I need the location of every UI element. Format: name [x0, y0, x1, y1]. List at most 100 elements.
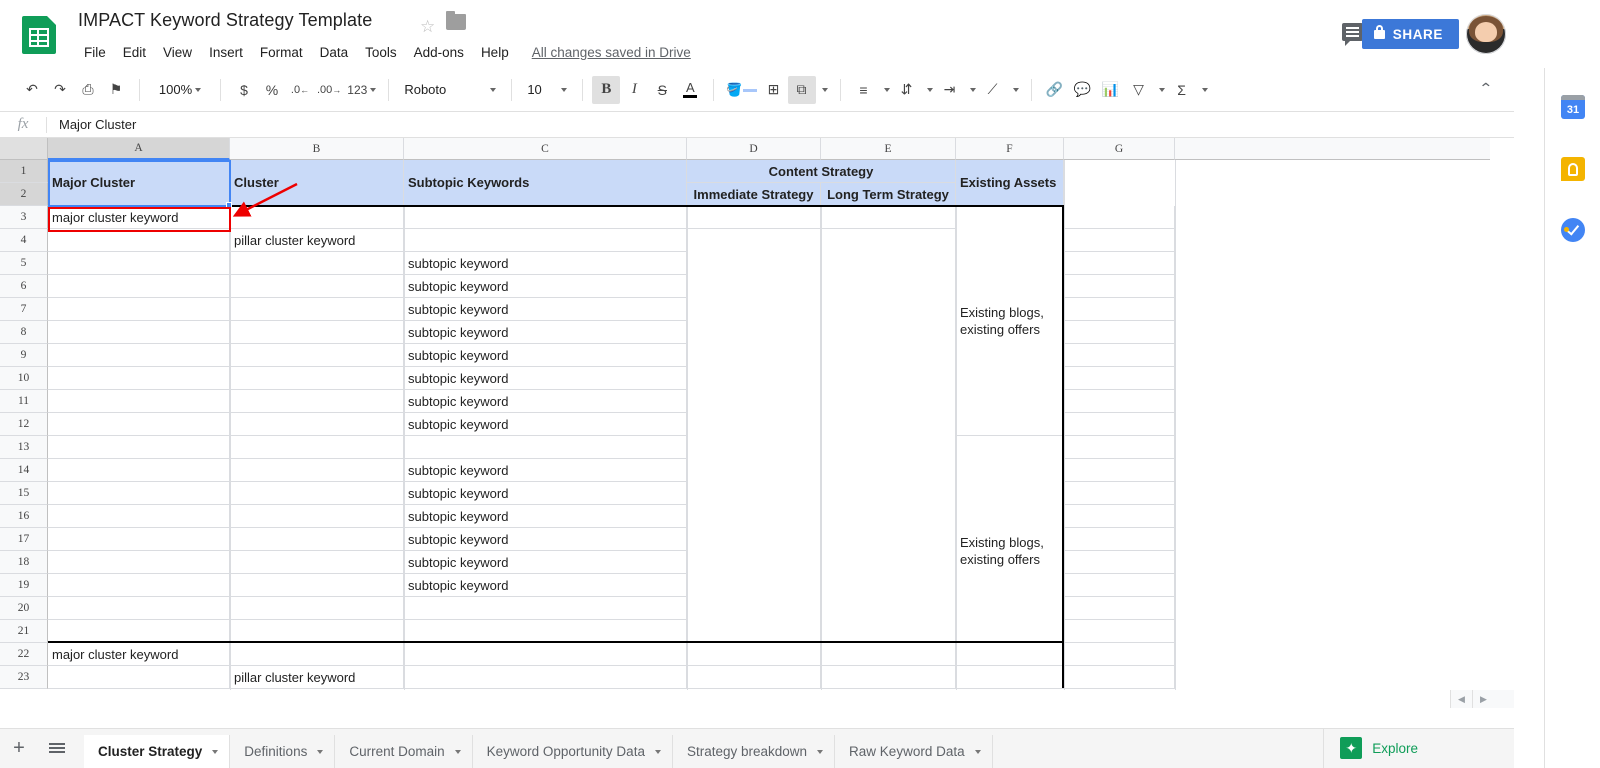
cell-c20[interactable] [404, 597, 687, 620]
cell-g22[interactable] [1064, 643, 1175, 666]
cell-c11[interactable]: subtopic keyword [404, 390, 687, 413]
cell-b9[interactable] [230, 344, 404, 367]
cell-g7[interactable] [1064, 298, 1175, 321]
sheet-tab-raw-keyword-data[interactable]: Raw Keyword Data [835, 735, 993, 768]
explore-button[interactable]: ✦ Explore [1323, 728, 1434, 768]
cell-c23[interactable] [404, 666, 687, 689]
select-all-corner[interactable] [0, 138, 48, 160]
cell-a7[interactable] [48, 298, 230, 321]
text-wrap-chevron-icon[interactable] [964, 76, 979, 104]
cell-g11[interactable] [1064, 390, 1175, 413]
cell-g17[interactable] [1064, 528, 1175, 551]
cell-a11[interactable] [48, 390, 230, 413]
insert-chart-icon[interactable]: 📊 [1097, 76, 1125, 104]
cell-c15[interactable]: subtopic keyword [404, 482, 687, 505]
cell-a8[interactable] [48, 321, 230, 344]
cell-b12[interactable] [230, 413, 404, 436]
cell-g3[interactable] [1064, 206, 1175, 229]
chevron-down-icon[interactable] [975, 750, 981, 754]
row-header-8[interactable]: 8 [0, 321, 48, 344]
row-header-12[interactable]: 12 [0, 413, 48, 436]
selection-fill-handle[interactable] [226, 202, 232, 208]
cell-f1-existing-assets[interactable]: Existing Assets [956, 160, 1064, 206]
merge-cells-icon[interactable]: ⧉ [788, 76, 816, 104]
cell-e2-long-term-strategy[interactable]: Long Term Strategy [821, 183, 956, 206]
cell-g19[interactable] [1064, 574, 1175, 597]
cell-c17[interactable]: subtopic keyword [404, 528, 687, 551]
cell-a23[interactable] [48, 666, 230, 689]
row-header-10[interactable]: 10 [0, 367, 48, 390]
cell-c5[interactable]: subtopic keyword [404, 252, 687, 275]
text-rotation-icon[interactable]: ⟋ [979, 76, 1007, 104]
row-header-7[interactable]: 7 [0, 298, 48, 321]
column-header-d[interactable]: D [687, 138, 821, 160]
scroll-right-icon[interactable]: ▶ [1472, 690, 1494, 708]
cell-c3[interactable] [404, 206, 687, 229]
cell-a10[interactable] [48, 367, 230, 390]
cell-g4[interactable] [1064, 229, 1175, 252]
cell-g5[interactable] [1064, 252, 1175, 275]
cell-c13[interactable] [404, 436, 687, 459]
cell-a21[interactable] [48, 620, 230, 643]
cell-c8[interactable]: subtopic keyword [404, 321, 687, 344]
menu-item-view[interactable]: View [155, 42, 200, 63]
cell-b8[interactable] [230, 321, 404, 344]
row-header-21[interactable]: 21 [0, 620, 48, 643]
cell-a17[interactable] [48, 528, 230, 551]
bold-button[interactable]: B [592, 76, 620, 104]
cell-a12[interactable] [48, 413, 230, 436]
user-avatar[interactable] [1466, 14, 1506, 54]
chevron-down-icon[interactable] [212, 750, 218, 754]
cell-b18[interactable] [230, 551, 404, 574]
cell-a1-major-cluster[interactable]: Major Cluster [48, 160, 230, 206]
row-header-19[interactable]: 19 [0, 574, 48, 597]
decrease-decimal-button[interactable]: .0← [286, 76, 314, 104]
star-icon[interactable]: ☆ [420, 17, 435, 37]
row-header-3[interactable]: 3 [0, 206, 48, 229]
cell-e23[interactable] [821, 666, 956, 689]
filter-icon[interactable]: ▽ [1125, 76, 1153, 104]
row-header-22[interactable]: 22 [0, 643, 48, 666]
collapse-toolbar-icon[interactable]: ⌃ [1479, 80, 1494, 97]
sheet-tab-keyword-opportunity-data[interactable]: Keyword Opportunity Data [473, 735, 673, 768]
add-sheet-button[interactable]: + [0, 729, 38, 768]
cell-g14[interactable] [1064, 459, 1175, 482]
sheet-tab-definitions[interactable]: Definitions [230, 735, 335, 768]
column-header-e[interactable]: E [821, 138, 956, 160]
row-header-16[interactable]: 16 [0, 505, 48, 528]
row-header-13[interactable]: 13 [0, 436, 48, 459]
cell-a13[interactable] [48, 436, 230, 459]
menu-item-file[interactable]: File [76, 42, 114, 63]
percent-format-button[interactable]: % [258, 76, 286, 104]
cell-b17[interactable] [230, 528, 404, 551]
row-header-2[interactable]: 2 [0, 183, 48, 206]
cell-a15[interactable] [48, 482, 230, 505]
share-button[interactable]: SHARE [1362, 19, 1459, 49]
folder-icon[interactable] [446, 14, 466, 30]
italic-button[interactable]: I [620, 76, 648, 104]
cell-b6[interactable] [230, 275, 404, 298]
save-status-label[interactable]: All changes saved in Drive [532, 45, 691, 60]
more-formats-button[interactable]: 123 [344, 76, 379, 104]
google-keep-icon[interactable] [1561, 157, 1585, 181]
cell-b11[interactable] [230, 390, 404, 413]
font-family-selector[interactable]: Roboto [398, 77, 502, 103]
cell-a4[interactable] [48, 229, 230, 252]
google-calendar-icon[interactable]: 31 [1561, 95, 1585, 119]
cell-g6[interactable] [1064, 275, 1175, 298]
row-header-4[interactable]: 4 [0, 229, 48, 252]
print-icon[interactable]: ⎙ [74, 76, 102, 104]
fill-color-icon[interactable]: 🪣 [723, 76, 759, 104]
cell-b3[interactable] [230, 206, 404, 229]
cell-c10[interactable]: subtopic keyword [404, 367, 687, 390]
menu-item-help[interactable]: Help [473, 42, 517, 63]
chevron-down-icon[interactable] [817, 750, 823, 754]
cell-f3-f12-existing-assets[interactable]: Existing blogs, existing offers [956, 206, 1064, 436]
text-wrap-icon[interactable]: ⇥ [936, 76, 964, 104]
document-title[interactable]: IMPACT Keyword Strategy Template [78, 10, 372, 31]
row-header-1[interactable]: 1 [0, 160, 48, 183]
cell-b19[interactable] [230, 574, 404, 597]
currency-format-button[interactable]: $ [230, 76, 258, 104]
zoom-selector[interactable]: 100% [149, 77, 211, 103]
functions-icon[interactable]: Σ [1168, 76, 1196, 104]
